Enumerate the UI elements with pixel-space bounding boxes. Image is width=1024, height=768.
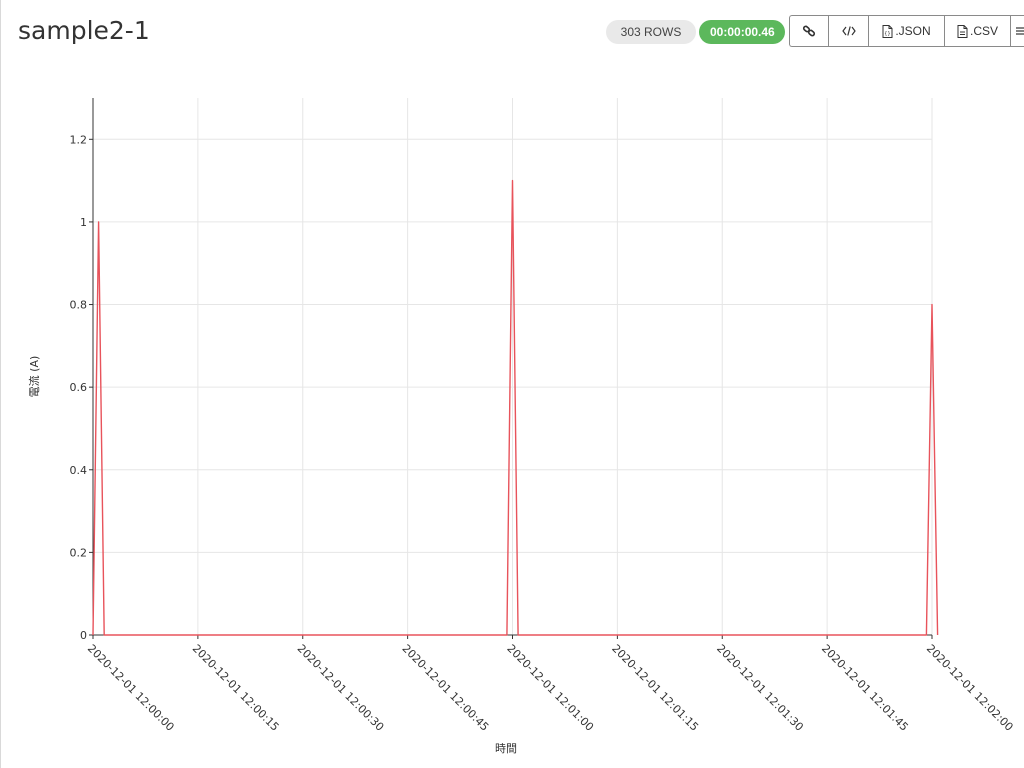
chart-container: 0 0.2 0.4 0.6 0.8 1 1.2 2020-12-01 12:00:00 2020…: [0, 0, 1024, 768]
x-tick-label: 2020-12-01 12:00:00: [85, 642, 177, 734]
x-tick-label: 2020-12-01 12:00:30: [295, 642, 387, 734]
page: sample2-1 303 ROWS 00:00:00.46 {} .JSON …: [0, 0, 1024, 768]
x-tick-label: 2020-12-01 12:02:00: [924, 642, 1016, 734]
x-tick-label: 2020-12-01 12:01:15: [609, 642, 701, 734]
y-tick-label: 0.6: [70, 381, 88, 394]
y-tick-label: 0.2: [70, 546, 88, 559]
series-line: [92, 179, 939, 636]
line-chart: 00.20.40.60.811.22020-12-01 12:00:00 2020…: [27, 98, 1016, 755]
x-tick-label: 2020-12-01 12:01:45: [819, 642, 911, 734]
x-tick-label: 2020-12-01 12:01:00: [504, 642, 596, 734]
x-axis-label: 時間: [495, 742, 517, 755]
y-tick-label: 0.8: [70, 299, 88, 312]
x-tick-label: 2020-12-01 12:01:30: [714, 642, 806, 734]
x-tick-label: 2020-12-01 12:00:45: [400, 642, 492, 734]
y-axis-label: 電流 (A): [27, 356, 41, 398]
y-tick-label: 0: [80, 629, 87, 642]
y-tick-label: 0.4: [70, 464, 88, 477]
y-tick-label: 1: [80, 216, 87, 229]
x-tick-label: 2020-12-01 12:00:15: [190, 642, 282, 734]
y-tick-label: 1.2: [70, 133, 88, 146]
